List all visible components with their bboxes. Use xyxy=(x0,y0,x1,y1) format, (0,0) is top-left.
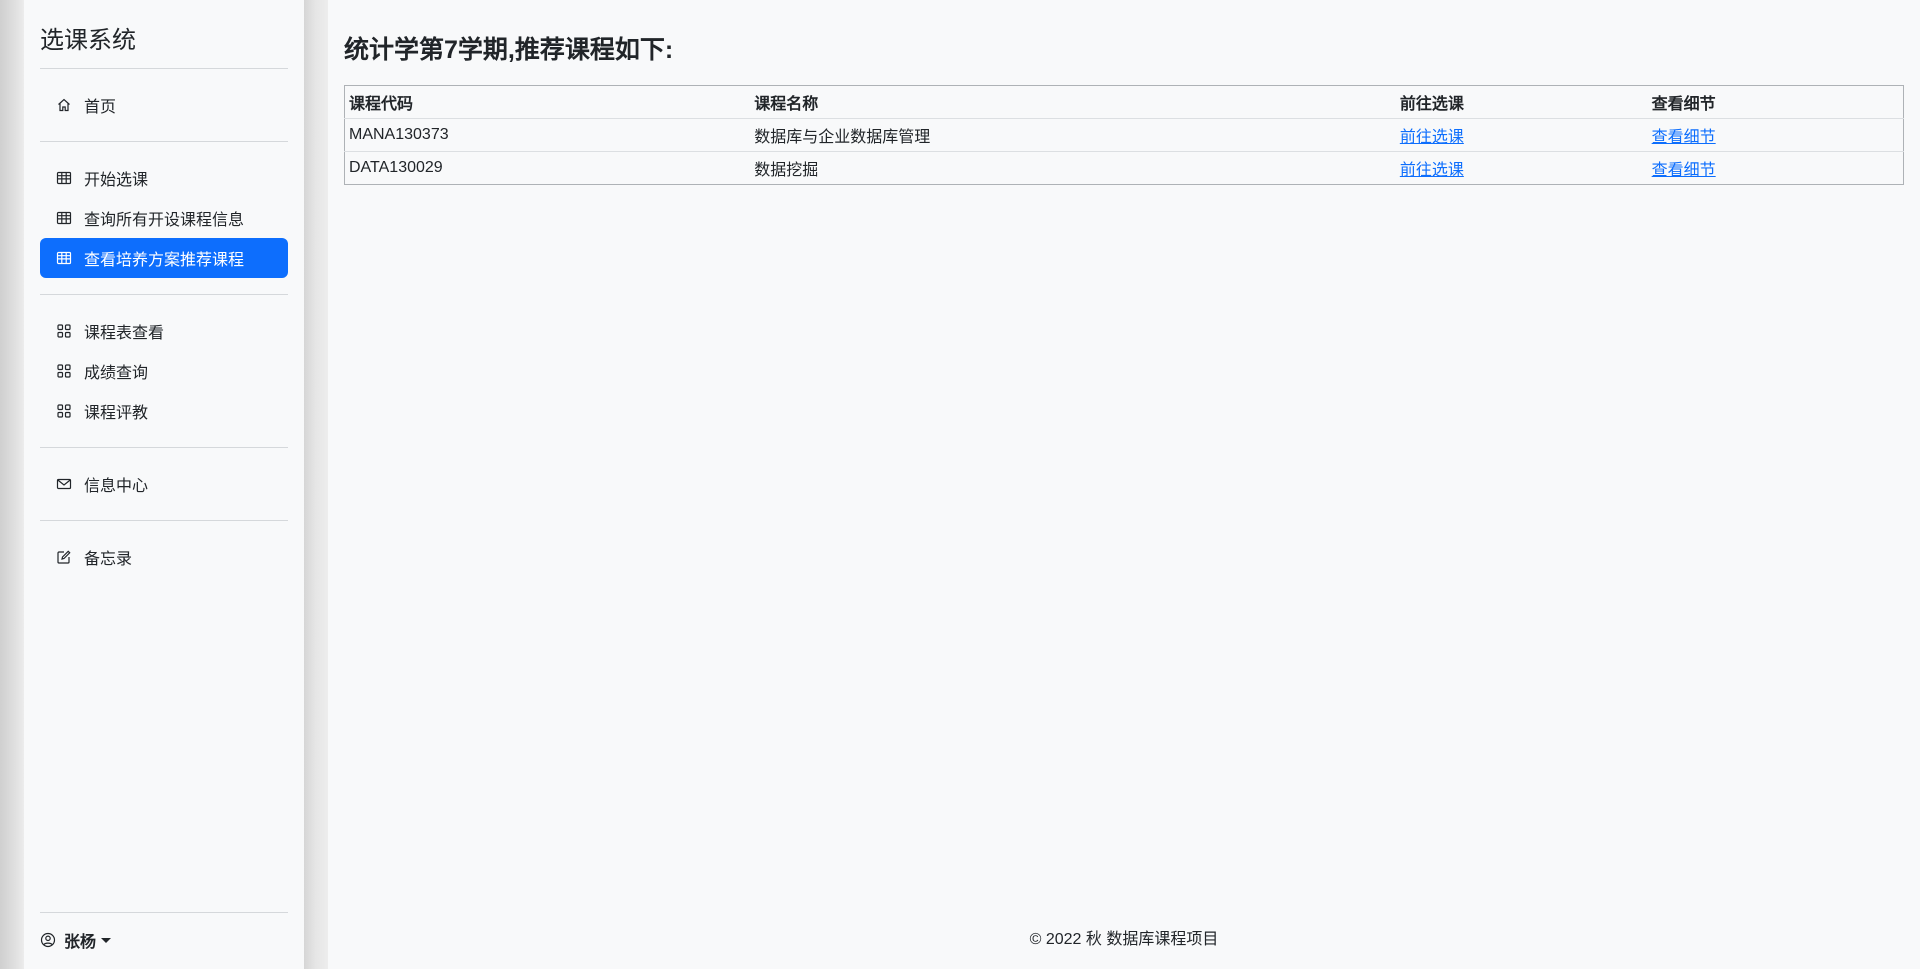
sidebar-item-all-courses[interactable]: 查询所有开设课程信息 xyxy=(40,198,288,238)
main-content: 统计学第7学期,推荐课程如下: 课程代码 课程名称 前往选课 查看细节 MANA… xyxy=(328,0,1920,969)
sidebar-divider xyxy=(40,520,288,521)
sidebar-divider xyxy=(40,294,288,295)
sidebar-item-label: 开始选课 xyxy=(84,172,149,189)
sidebar: 选课系统 首页 开始选课 查询所有开设课程信息 查看培养方案推荐课程 课程表查看 xyxy=(24,0,304,969)
sidebar-item-label: 成绩查询 xyxy=(84,365,149,382)
sidebar-item-label: 课程表查看 xyxy=(84,325,165,342)
caret-down-icon xyxy=(101,937,112,943)
sidebar-divider xyxy=(40,447,288,448)
course-name-cell: 数据挖掘 xyxy=(754,162,819,179)
table-row: MANA130373 数据库与企业数据库管理 前往选课 查看细节 xyxy=(344,118,1904,152)
sidebar-item-recommended-courses[interactable]: 查看培养方案推荐课程 xyxy=(40,238,288,278)
sidebar-item-label: 查询所有开设课程信息 xyxy=(84,212,245,229)
recommended-courses-table: 课程代码 课程名称 前往选课 查看细节 MANA130373 数据库与企业数据库… xyxy=(344,85,1904,185)
sidebar-item-messages[interactable]: 信息中心 xyxy=(40,464,288,504)
course-name-cell: 数据库与企业数据库管理 xyxy=(750,118,1396,152)
sidebar-item-grades[interactable]: 成绩查询 xyxy=(40,351,288,391)
course-code-cell: MANA130373 xyxy=(344,118,751,152)
sidebar-item-memo[interactable]: 备忘录 xyxy=(40,537,288,577)
view-details-link[interactable]: 查看细节 xyxy=(1652,162,1716,179)
grid-icon xyxy=(56,323,72,339)
column-header-course-code: 课程代码 xyxy=(344,85,751,119)
course-code-cell: DATA130029 xyxy=(349,159,443,176)
column-header-details: 查看细节 xyxy=(1647,85,1904,119)
user-menu[interactable]: 张杨 xyxy=(40,928,112,952)
sidebar-divider xyxy=(40,141,288,142)
sidebar-gutter xyxy=(304,0,328,969)
page-title: 统计学第7学期,推荐课程如下: xyxy=(344,36,674,64)
sidebar-item-label: 首页 xyxy=(84,99,117,116)
house-icon xyxy=(56,97,72,113)
grid-icon xyxy=(56,403,72,419)
app-brand[interactable]: 选课系统 xyxy=(40,20,136,55)
table-icon xyxy=(56,250,72,266)
enroll-link[interactable]: 前往选课 xyxy=(1400,129,1464,146)
sidebar-item-start-enrollment[interactable]: 开始选课 xyxy=(40,158,288,198)
column-header-enroll: 前往选课 xyxy=(1395,85,1648,119)
sidebar-item-label: 课程评教 xyxy=(84,405,149,422)
sidebar-item-label: 信息中心 xyxy=(84,478,149,495)
user-name: 张杨 xyxy=(64,934,97,951)
table-header-row: 课程代码 课程名称 前往选课 查看细节 xyxy=(344,85,1904,119)
detail-cell: 查看细节 xyxy=(1648,152,1904,185)
sidebar-item-course-evaluation[interactable]: 课程评教 xyxy=(40,391,288,431)
sidebar-item-label: 查看培养方案推荐课程 xyxy=(84,252,245,269)
table-row: DATA130029 数据挖掘 前往选课 查看细节 xyxy=(345,152,1904,185)
person-circle-icon xyxy=(40,932,56,948)
sidebar-item-home[interactable]: 首页 xyxy=(40,85,288,125)
sidebar-item-label: 备忘录 xyxy=(84,551,133,568)
column-header-course-name: 课程名称 xyxy=(750,85,1396,119)
enroll-link[interactable]: 前往选课 xyxy=(1400,162,1464,179)
table-icon xyxy=(56,170,72,186)
footer-copyright: © 2022 秋 数据库课程项目 xyxy=(1029,931,1219,948)
sidebar-divider xyxy=(40,68,288,69)
enroll-cell: 前往选课 xyxy=(1396,152,1648,185)
sidebar-divider xyxy=(40,912,288,913)
sidebar-item-timetable[interactable]: 课程表查看 xyxy=(40,311,288,351)
grid-icon xyxy=(56,363,72,379)
detail-cell: 查看细节 xyxy=(1647,118,1904,152)
window-edge-shadow xyxy=(0,0,24,969)
envelope-icon xyxy=(56,476,72,492)
table-icon xyxy=(56,210,72,226)
pencil-square-icon xyxy=(56,549,72,565)
enroll-cell: 前往选课 xyxy=(1395,118,1648,152)
view-details-link[interactable]: 查看细节 xyxy=(1652,129,1716,146)
